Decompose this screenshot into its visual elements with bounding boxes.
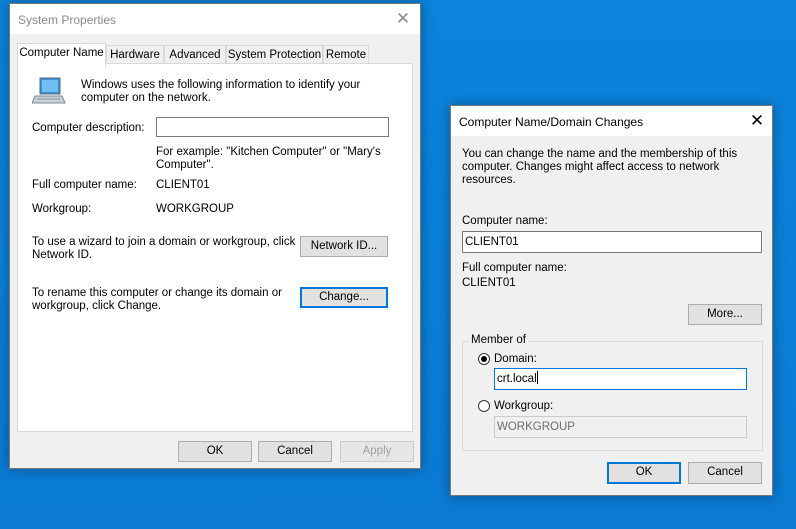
dialog-close-icon[interactable]: ✕ xyxy=(746,110,768,132)
computer-description-label: Computer description: xyxy=(32,122,145,134)
radio-selected-dot xyxy=(481,356,487,362)
rename-text: To rename this computer or change its do… xyxy=(32,287,282,312)
workgroup-input[interactable]: WORKGROUP xyxy=(494,416,747,438)
computer-icon xyxy=(31,77,66,105)
computer-name-input[interactable]: CLIENT01 xyxy=(462,231,762,253)
member-of-label: Member of xyxy=(469,334,528,346)
full-computer-name-label: Full computer name: xyxy=(32,179,137,191)
computer-description-input[interactable] xyxy=(156,117,389,137)
text-caret xyxy=(536,371,538,384)
close-icon[interactable]: ✕ xyxy=(392,8,414,30)
domain-label: Domain: xyxy=(494,353,537,365)
dialog-full-name-value: CLIENT01 xyxy=(462,277,516,289)
window-title: System Properties xyxy=(18,13,117,27)
change-button[interactable]: Change... xyxy=(300,287,388,308)
cancel-button[interactable]: Cancel xyxy=(258,441,332,462)
domain-input-value: crt.local xyxy=(497,373,537,385)
dialog-workgroup-label: Workgroup: xyxy=(494,400,554,412)
dialog-intro-text: You can change the name and the membersh… xyxy=(462,148,738,186)
example-text: For example: "Kitchen Computer" or "Mary… xyxy=(156,146,381,171)
workgroup-value: WORKGROUP xyxy=(156,203,234,215)
network-id-button[interactable]: Network ID... xyxy=(300,236,388,257)
dialog-cancel-button[interactable]: Cancel xyxy=(688,462,762,484)
system-properties-window: System Properties ✕ Computer Name Hardwa… xyxy=(9,3,421,469)
intro-text: Windows uses the following information t… xyxy=(81,79,361,104)
workgroup-radio[interactable] xyxy=(478,400,490,412)
title-bar[interactable]: System Properties ✕ xyxy=(10,4,420,34)
tab-computer-name[interactable]: Computer Name xyxy=(17,43,106,67)
dialog-full-name-label: Full computer name: xyxy=(462,262,567,274)
domain-radio[interactable] xyxy=(478,353,490,365)
domain-input[interactable]: crt.local xyxy=(494,368,747,390)
wizard-text: To use a wizard to join a domain or work… xyxy=(32,236,296,261)
apply-button[interactable]: Apply xyxy=(340,441,414,462)
full-computer-name-value: CLIENT01 xyxy=(156,179,210,191)
more-button[interactable]: More... xyxy=(688,304,762,325)
dialog-title: Computer Name/Domain Changes xyxy=(459,115,644,129)
computer-name-label: Computer name: xyxy=(462,215,548,227)
tab-panel: Windows uses the following information t… xyxy=(17,63,413,432)
domain-changes-dialog: Computer Name/Domain Changes ✕ You can c… xyxy=(450,105,773,496)
ok-button[interactable]: OK xyxy=(178,441,252,462)
workgroup-label: Workgroup: xyxy=(32,203,92,215)
dialog-ok-button[interactable]: OK xyxy=(607,462,681,484)
dialog-title-bar[interactable]: Computer Name/Domain Changes ✕ xyxy=(451,106,772,136)
